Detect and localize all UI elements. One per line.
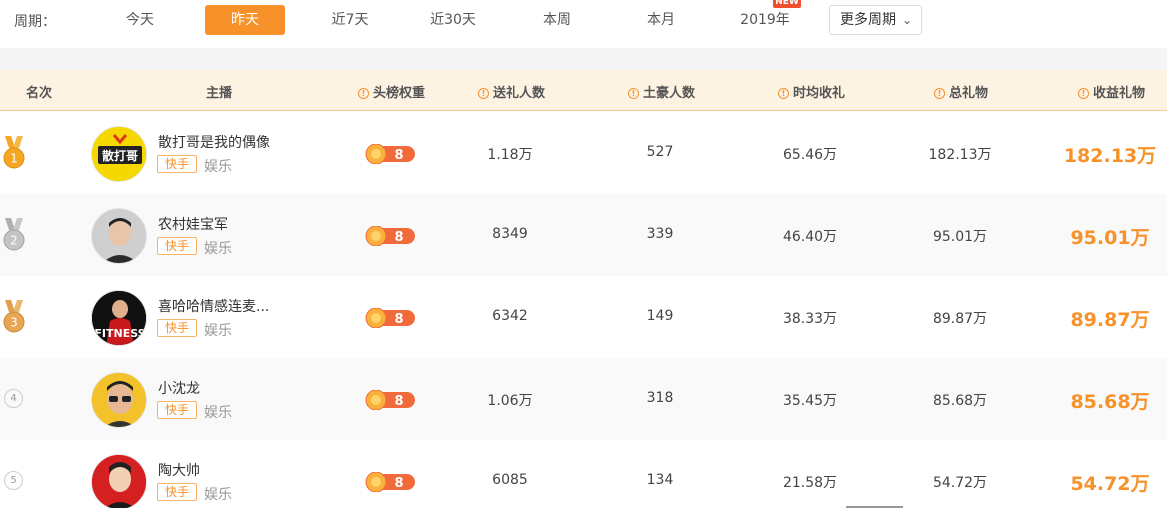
anchor-name[interactable]: 散打哥是我的偶像 xyxy=(158,132,270,152)
table-row[interactable]: 3 FITNESS 喜哈哈情感连麦... 快手 娱乐 8 6342 149 38… xyxy=(0,276,1167,358)
total-gifts: 89.87万 xyxy=(932,311,988,327)
info-icon[interactable]: ! xyxy=(358,88,369,99)
info-icon[interactable]: ! xyxy=(1078,88,1089,99)
period-yesterday[interactable]: 昨天 xyxy=(205,5,285,35)
earnings-value: 95.01万 xyxy=(1070,227,1150,249)
platform-tag: 快手 xyxy=(157,237,198,255)
svg-text:8: 8 xyxy=(394,230,403,245)
hourly-gifts: 38.33万 xyxy=(782,311,838,327)
period-bar: 周期： 今天 昨天 近7天 近30天 本周 本月 2019年 NEW 更多周期 … xyxy=(0,0,1167,40)
more-periods-label: 更多周期 xyxy=(840,12,896,28)
header-weight[interactable]: ! 头榜权重 xyxy=(358,82,425,101)
period-this-month[interactable]: 本月 xyxy=(621,5,701,35)
header-tycoons[interactable]: ! 土豪人数 xyxy=(628,82,695,101)
platform-tag: 快手 xyxy=(157,155,198,173)
category-label: 娱乐 xyxy=(204,323,232,339)
info-icon[interactable]: ! xyxy=(778,88,789,99)
svg-text:8: 8 xyxy=(394,394,403,409)
weight-badge: 8 xyxy=(365,472,415,492)
category-label: 娱乐 xyxy=(204,405,232,421)
platform-tag: 快手 xyxy=(157,483,198,501)
avatar[interactable]: 散打哥 xyxy=(91,126,147,182)
divider-strip xyxy=(0,48,1167,70)
svg-text:2: 2 xyxy=(10,234,18,248)
weight-badge: 8 xyxy=(365,226,415,246)
tycoons-count: 149 xyxy=(646,308,674,324)
info-icon[interactable]: ! xyxy=(628,88,639,99)
givers-count: 6085 xyxy=(492,472,528,488)
period-7days[interactable]: 近7天 xyxy=(310,5,390,35)
svg-text:8: 8 xyxy=(394,476,403,491)
new-badge: NEW xyxy=(773,0,801,8)
platform-tag: 快手 xyxy=(157,319,198,337)
table-row[interactable]: 2 农村娃宝军 快手 娱乐 8 8349 339 46.40万 95.01万 9… xyxy=(0,194,1167,276)
rank-number: 5 xyxy=(4,471,23,490)
avatar[interactable] xyxy=(91,372,147,428)
svg-text:散打哥: 散打哥 xyxy=(102,148,138,163)
total-gifts: 85.68万 xyxy=(932,393,988,409)
svg-text:8: 8 xyxy=(394,312,403,327)
header-earnings[interactable]: ! 收益礼物 xyxy=(1078,82,1145,101)
hourly-gifts: 35.45万 xyxy=(782,393,838,409)
hourly-gifts: 65.46万 xyxy=(782,147,838,163)
platform-tag: 快手 xyxy=(157,401,198,419)
avatar[interactable]: FITNESS xyxy=(91,290,147,346)
period-this-week[interactable]: 本周 xyxy=(517,5,597,35)
header-total[interactable]: ! 总礼物 xyxy=(934,82,988,101)
weight-badge: 8 xyxy=(365,390,415,410)
earnings-value: 54.72万 xyxy=(1070,473,1150,495)
category-label: 娱乐 xyxy=(204,487,232,503)
period-today[interactable]: 今天 xyxy=(100,5,180,35)
tycoons-count: 339 xyxy=(646,226,674,242)
header-givers[interactable]: ! 送礼人数 xyxy=(478,82,545,101)
svg-text:1: 1 xyxy=(10,152,18,166)
anchor-name[interactable]: 陶大帅 xyxy=(158,460,200,480)
anchor-name[interactable]: 小沈龙 xyxy=(158,378,200,398)
total-gifts: 182.13万 xyxy=(928,147,992,163)
category-label: 娱乐 xyxy=(204,241,232,257)
period-30days[interactable]: 近30天 xyxy=(413,5,493,35)
header-hourly[interactable]: ! 时均收礼 xyxy=(778,82,845,101)
table-row[interactable]: 5 陶大帅 快手 娱乐 8 6085 134 21.58万 54.72万 54.… xyxy=(0,440,1167,508)
total-gifts: 95.01万 xyxy=(932,229,988,245)
svg-text:3: 3 xyxy=(10,316,18,330)
earnings-value: 85.68万 xyxy=(1070,391,1150,413)
givers-count: 1.18万 xyxy=(487,147,533,163)
total-gifts: 54.72万 xyxy=(932,475,988,491)
anchor-name[interactable]: 喜哈哈情感连麦... xyxy=(158,296,269,316)
weight-badge: 8 xyxy=(365,144,415,164)
avatar[interactable] xyxy=(91,454,147,508)
tycoons-count: 134 xyxy=(646,472,674,488)
header-rank: 名次 xyxy=(26,86,53,101)
hourly-gifts: 46.40万 xyxy=(782,229,838,245)
anchor-name[interactable]: 农村娃宝军 xyxy=(158,214,228,234)
more-periods-button[interactable]: 更多周期 ⌄ xyxy=(829,5,922,35)
period-2019[interactable]: 2019年 xyxy=(725,5,805,35)
period-label: 周期： xyxy=(14,14,56,30)
weight-badge: 8 xyxy=(365,308,415,328)
earnings-value: 89.87万 xyxy=(1070,309,1150,331)
gold-medal-icon: 1 xyxy=(3,136,25,169)
givers-count: 1.06万 xyxy=(487,393,533,409)
table-row[interactable]: 1 散打哥 散打哥是我的偶像 快手 娱乐 8 1.18万 527 65.46万 … xyxy=(0,112,1167,194)
svg-text:8: 8 xyxy=(394,148,403,163)
info-icon[interactable]: ! xyxy=(934,88,945,99)
header-anchor: 主播 xyxy=(206,86,233,101)
silver-medal-icon: 2 xyxy=(3,218,25,251)
givers-count: 6342 xyxy=(492,308,528,324)
rank-number: 4 xyxy=(4,389,23,408)
svg-text:FITNESS: FITNESS xyxy=(94,327,145,340)
tycoons-count: 318 xyxy=(646,390,674,406)
hourly-gifts: 21.58万 xyxy=(782,475,838,491)
chevron-down-icon: ⌄ xyxy=(901,13,912,27)
info-icon[interactable]: ! xyxy=(478,88,489,99)
table-row[interactable]: 4 小沈龙 快手 娱乐 8 1.06万 318 35.45万 85.68万 85… xyxy=(0,358,1167,440)
givers-count: 8349 xyxy=(492,226,528,242)
category-label: 娱乐 xyxy=(204,159,232,175)
bronze-medal-icon: 3 xyxy=(3,300,25,333)
avatar[interactable] xyxy=(91,208,147,264)
tycoons-count: 527 xyxy=(646,144,674,160)
table-header: 名次 主播 ! 头榜权重 ! 送礼人数 ! 土豪人数 ! 时均收礼 ! 总礼物 ! 收益礼物 xyxy=(0,70,1167,111)
earnings-value: 182.13万 xyxy=(1063,145,1157,167)
